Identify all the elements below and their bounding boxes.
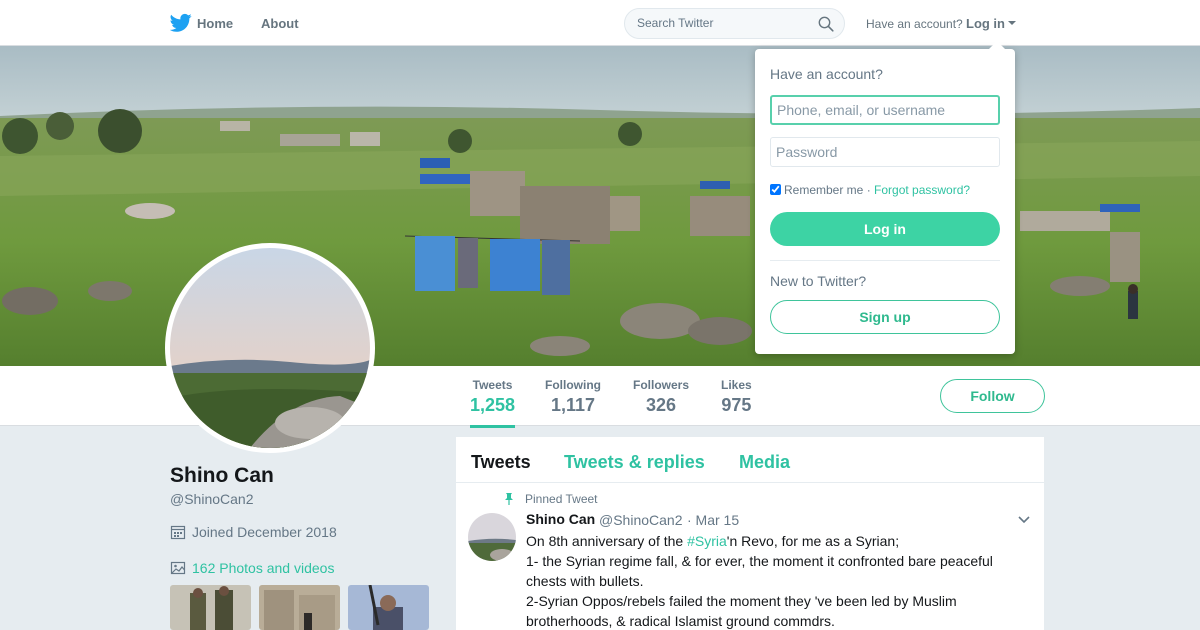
tab-media[interactable]: Media <box>739 452 790 473</box>
search-box <box>624 8 845 39</box>
nav-home-link[interactable]: Home <box>197 16 233 31</box>
tweet-line: On 8th anniversary of the #Syria'n Revo,… <box>526 531 1026 551</box>
dropdown-title: Have an account? <box>770 66 883 82</box>
remember-me-checkbox[interactable] <box>770 184 781 195</box>
stat-value: 1,117 <box>550 395 596 415</box>
signup-button[interactable]: Sign up <box>770 300 1000 334</box>
tweet-author-handle[interactable]: @ShinoCan2 <box>599 512 683 528</box>
nav-about-link[interactable]: About <box>261 16 299 31</box>
photo-thumbnail[interactable] <box>170 585 251 630</box>
stat-followers[interactable]: Followers 326 <box>633 378 689 416</box>
top-navigation-bar: Home About Have an account? Log in <box>0 0 1200 46</box>
profile-avatar[interactable] <box>165 243 375 453</box>
profile-name[interactable]: Shino Can <box>170 464 274 488</box>
login-dropdown-toggle[interactable]: Log in <box>966 16 1005 31</box>
remember-me-label[interactable]: Remember me <box>784 183 863 197</box>
login-dropdown: Have an account? Remember me · Forgot pa… <box>755 49 1015 354</box>
timeline-tabs: Tweets Tweets & replies Media <box>456 437 1044 483</box>
tweet-line: 1- the Syrian regime fall, & for ever, t… <box>526 553 993 589</box>
stat-label: Followers <box>633 378 690 392</box>
stat-label: Following <box>545 378 601 392</box>
photos-and-videos-link[interactable]: 162 Photos and videos <box>192 560 334 576</box>
username-field[interactable] <box>770 95 1000 125</box>
separator-dot: · <box>863 183 875 197</box>
remember-me-row: Remember me · Forgot password? <box>770 183 970 197</box>
pin-icon <box>505 493 513 505</box>
twitter-bird-icon[interactable] <box>170 13 192 33</box>
follow-button[interactable]: Follow <box>940 379 1045 413</box>
avatar-image <box>170 248 370 448</box>
photo-icon <box>170 561 186 575</box>
tweet-author-name[interactable]: Shino Can <box>526 511 595 527</box>
photo-thumbnail[interactable] <box>348 585 429 630</box>
tab-tweets[interactable]: Tweets <box>471 452 531 473</box>
tab-tweets-and-replies[interactable]: Tweets & replies <box>564 452 705 473</box>
joined-date: Joined December 2018 <box>192 524 337 540</box>
timeline: Tweets Tweets & replies Media Pinned Twe… <box>456 437 1044 630</box>
tweet-timestamp[interactable]: · Mar 15 <box>687 512 739 528</box>
tweet-line: 2-Syrian Oppos/rebels failed the moment … <box>526 593 957 629</box>
tweet-text-fragment: 'n Revo, for me as a Syrian; <box>726 533 900 549</box>
search-icon[interactable] <box>818 16 834 32</box>
chevron-down-icon[interactable] <box>1017 515 1031 525</box>
tweet-text: On 8th anniversary of the #Syria'n Revo,… <box>526 531 1026 630</box>
stat-likes[interactable]: Likes 975 <box>721 378 752 416</box>
calendar-icon <box>170 525 186 540</box>
new-to-twitter-text: New to Twitter? <box>770 273 867 289</box>
stat-value: 975 <box>721 395 752 415</box>
hashtag-link[interactable]: #Syria <box>687 533 727 549</box>
forgot-password-link[interactable]: Forgot password? <box>874 183 970 197</box>
stat-value: 1,258 <box>470 395 516 415</box>
caret-down-icon[interactable] <box>1008 21 1016 25</box>
stat-tweets[interactable]: Tweets 1,258 <box>470 378 516 428</box>
divider <box>770 260 1000 261</box>
dropdown-arrow <box>988 41 1006 50</box>
have-account-text: Have an account? <box>866 17 963 31</box>
stat-value: 326 <box>645 395 677 415</box>
photo-thumbnail[interactable] <box>259 585 340 630</box>
password-field[interactable] <box>770 137 1000 167</box>
stat-label: Tweets <box>472 378 513 392</box>
search-input[interactable] <box>637 16 807 30</box>
profile-handle[interactable]: @ShinoCan2 <box>170 491 254 507</box>
stat-following[interactable]: Following 1,117 <box>545 378 601 416</box>
login-button[interactable]: Log in <box>770 212 1000 246</box>
pinned-tweet-label: Pinned Tweet <box>525 492 598 506</box>
stat-label: Likes <box>721 378 752 392</box>
tweet-text-fragment: On 8th anniversary of the <box>526 533 688 549</box>
tweet-avatar[interactable] <box>468 513 516 561</box>
